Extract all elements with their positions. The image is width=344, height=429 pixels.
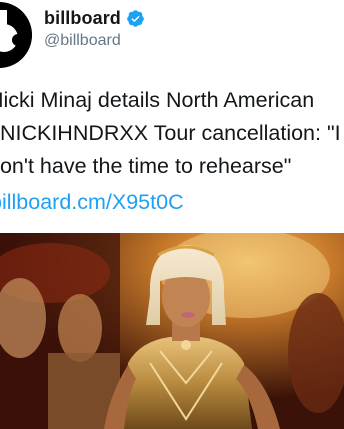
account-name[interactable]: billboard (44, 8, 121, 29)
verified-badge-icon (127, 9, 144, 27)
tweet-header: billboard @billboard (44, 6, 145, 50)
name-row: billboard (44, 6, 145, 30)
tweet-link[interactable]: billboard.cm/X95t0C (0, 190, 184, 215)
tweet-text-line: Nicki Minaj details North American (0, 88, 315, 112)
tweet-text: Nicki Minaj details North American #NICK… (0, 84, 344, 183)
tweet-photo[interactable] (0, 233, 344, 429)
account-handle[interactable]: @billboard (44, 32, 145, 50)
concert-photo (0, 233, 344, 429)
tweet-text-line: #NICKIHNDRXX Tour cancellation: "I (0, 121, 341, 145)
tweet-text-line: don't have the time to rehearse" (0, 154, 292, 178)
tweet-card[interactable]: billboard @billboard Nicki Minaj details… (0, 0, 344, 429)
avatar[interactable] (0, 2, 32, 68)
billboard-b-logo-icon (0, 2, 32, 68)
